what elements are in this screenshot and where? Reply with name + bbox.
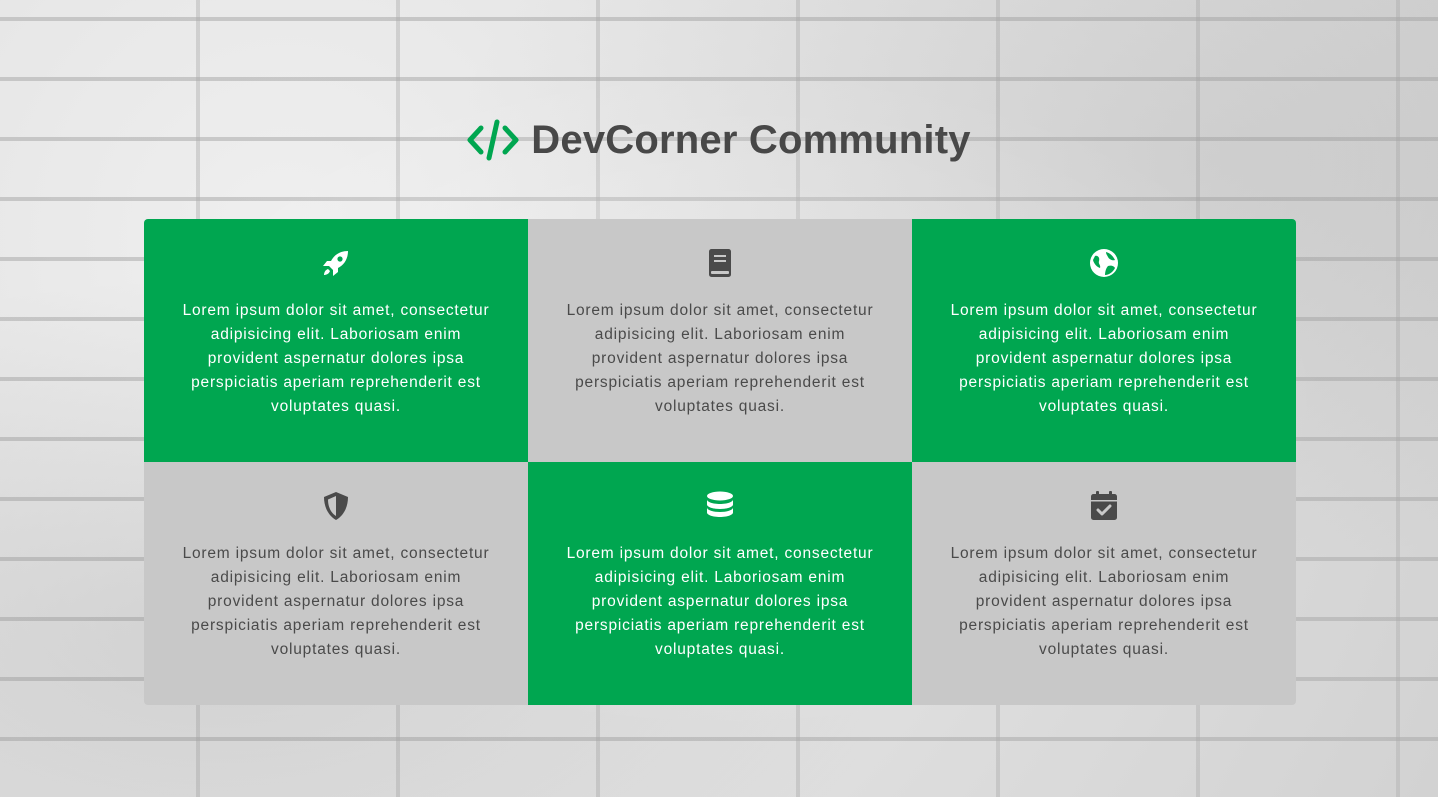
globe-icon (1090, 249, 1118, 277)
shield-icon (324, 492, 348, 520)
feature-card-text: Lorem ipsum dolor sit amet, consectetur … (182, 302, 490, 415)
feature-card-shield: Lorem ipsum dolor sit amet, consectetur … (144, 462, 528, 705)
feature-card-database: Lorem ipsum dolor sit amet, consectetur … (528, 462, 912, 705)
calendar-check-icon (1091, 491, 1117, 520)
feature-card-calendar: Lorem ipsum dolor sit amet, consectetur … (912, 462, 1296, 705)
feature-card-text: Lorem ipsum dolor sit amet, consectetur … (182, 545, 490, 658)
page-title: DevCorner Community (531, 117, 971, 162)
feature-card-text: Lorem ipsum dolor sit amet, consectetur … (950, 302, 1258, 415)
feature-card-text: Lorem ipsum dolor sit amet, consectetur … (566, 302, 874, 415)
feature-card-globe: Lorem ipsum dolor sit amet, consectetur … (912, 219, 1296, 462)
database-icon (707, 491, 733, 517)
feature-card-rocket: Lorem ipsum dolor sit amet, consectetur … (144, 219, 528, 462)
code-icon (467, 119, 519, 161)
book-icon (709, 249, 731, 277)
feature-card-book: Lorem ipsum dolor sit amet, consectetur … (528, 219, 912, 462)
feature-card-text: Lorem ipsum dolor sit amet, consectetur … (950, 545, 1258, 658)
feature-card-text: Lorem ipsum dolor sit amet, consectetur … (566, 545, 874, 658)
feature-grid: Lorem ipsum dolor sit amet, consectetur … (144, 219, 1296, 705)
rocket-icon (323, 251, 348, 276)
page-header: DevCorner Community (0, 112, 1438, 168)
